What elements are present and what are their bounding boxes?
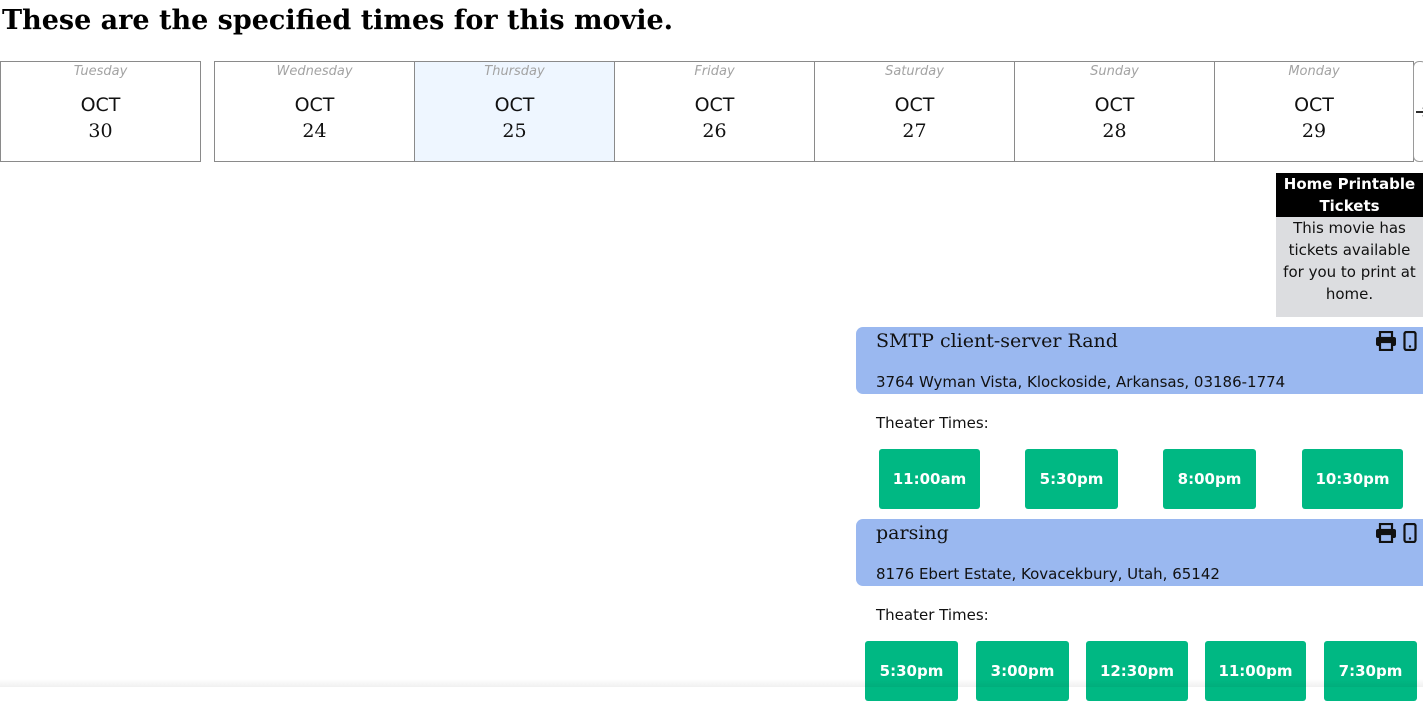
theater-header: parsing 8176 Ebert Estate, Kovacekbury, … [856, 519, 1423, 586]
theater-address: 3764 Wyman Vista, Klockoside, Arkansas, … [876, 373, 1286, 391]
bottom-shadow [0, 679, 1423, 687]
home-printable-tickets-panel: Home Printable Tickets This movie has ti… [1276, 173, 1423, 317]
date-tab-wednesday[interactable]: Wednesday OCT 24 [214, 61, 415, 162]
date-tab-friday[interactable]: Friday OCT 26 [614, 61, 815, 162]
month-label: OCT [1294, 94, 1334, 116]
day-number: 24 [302, 120, 327, 142]
theater-address: 8176 Ebert Estate, Kovacekbury, Utah, 65… [876, 565, 1220, 583]
showtime-button[interactable]: 11:00am [879, 449, 980, 509]
theater-times-label: Theater Times: [876, 414, 989, 432]
day-number: 25 [502, 120, 527, 142]
showtime-button[interactable]: 11:00pm [1205, 641, 1306, 701]
home-printable-text: This movie has tickets available for you… [1283, 219, 1416, 303]
month-label: OCT [694, 94, 735, 116]
arrow-right-icon [1416, 107, 1423, 117]
printer-icon[interactable] [1375, 331, 1397, 351]
showtime-button[interactable]: 5:30pm [865, 641, 958, 701]
day-number: 29 [1301, 120, 1327, 142]
day-number: 30 [88, 120, 113, 142]
date-tab-monday[interactable]: Monday OCT 29 [1214, 61, 1414, 162]
day-number: 28 [1102, 120, 1127, 142]
day-number: 27 [902, 120, 927, 142]
home-printable-title: Home Printable Tickets [1276, 173, 1423, 217]
weekday-label: Wednesday [276, 64, 353, 79]
showtime-button[interactable]: 10:30pm [1302, 449, 1403, 509]
month-label: OCT [1094, 94, 1135, 116]
showtime-button[interactable]: 8:00pm [1163, 449, 1256, 509]
month-label: OCT [294, 94, 335, 116]
mobile-phone-icon[interactable] [1403, 523, 1417, 543]
weekday-label: Monday [1288, 64, 1340, 79]
printer-icon[interactable] [1375, 523, 1397, 543]
next-week-button[interactable] [1413, 61, 1423, 162]
weekday-label: Saturday [885, 64, 944, 79]
date-tab-thursday[interactable]: Thursday OCT 25 [414, 61, 615, 162]
theater-header: SMTP client-server Rand 3764 Wyman Vista… [856, 327, 1423, 394]
showtime-button[interactable]: 3:00pm [976, 641, 1069, 701]
weekday-label: Thursday [484, 64, 545, 79]
weekday-label: Sunday [1090, 64, 1139, 79]
date-tab-tuesday[interactable]: Tuesday OCT 30 [0, 61, 201, 162]
showtime-button[interactable]: 7:30pm [1324, 641, 1417, 701]
theater-block: parsing 8176 Ebert Estate, Kovacekbury, … [856, 519, 1423, 701]
month-label: OCT [894, 94, 935, 116]
page-title: These are the specified times for this m… [2, 5, 674, 36]
showtime-button[interactable]: 12:30pm [1086, 641, 1188, 701]
month-label: OCT [494, 94, 535, 116]
date-tab-saturday[interactable]: Saturday OCT 27 [814, 61, 1015, 162]
theater-name[interactable]: parsing [876, 519, 949, 547]
theater-name[interactable]: SMTP client-server Rand [876, 327, 1118, 355]
showtime-button[interactable]: 5:30pm [1025, 449, 1118, 509]
mobile-phone-icon[interactable] [1403, 331, 1417, 351]
date-strip: Wednesday OCT 24 Thursday OCT 25 Friday … [0, 61, 1423, 162]
weekday-label: Tuesday [73, 64, 128, 79]
theater-block: SMTP client-server Rand 3764 Wyman Vista… [856, 327, 1423, 509]
day-number: 26 [702, 120, 727, 142]
month-label: OCT [80, 94, 121, 116]
date-tab-sunday[interactable]: Sunday OCT 28 [1014, 61, 1215, 162]
theater-times-label: Theater Times: [876, 606, 989, 624]
weekday-label: Friday [694, 64, 735, 79]
